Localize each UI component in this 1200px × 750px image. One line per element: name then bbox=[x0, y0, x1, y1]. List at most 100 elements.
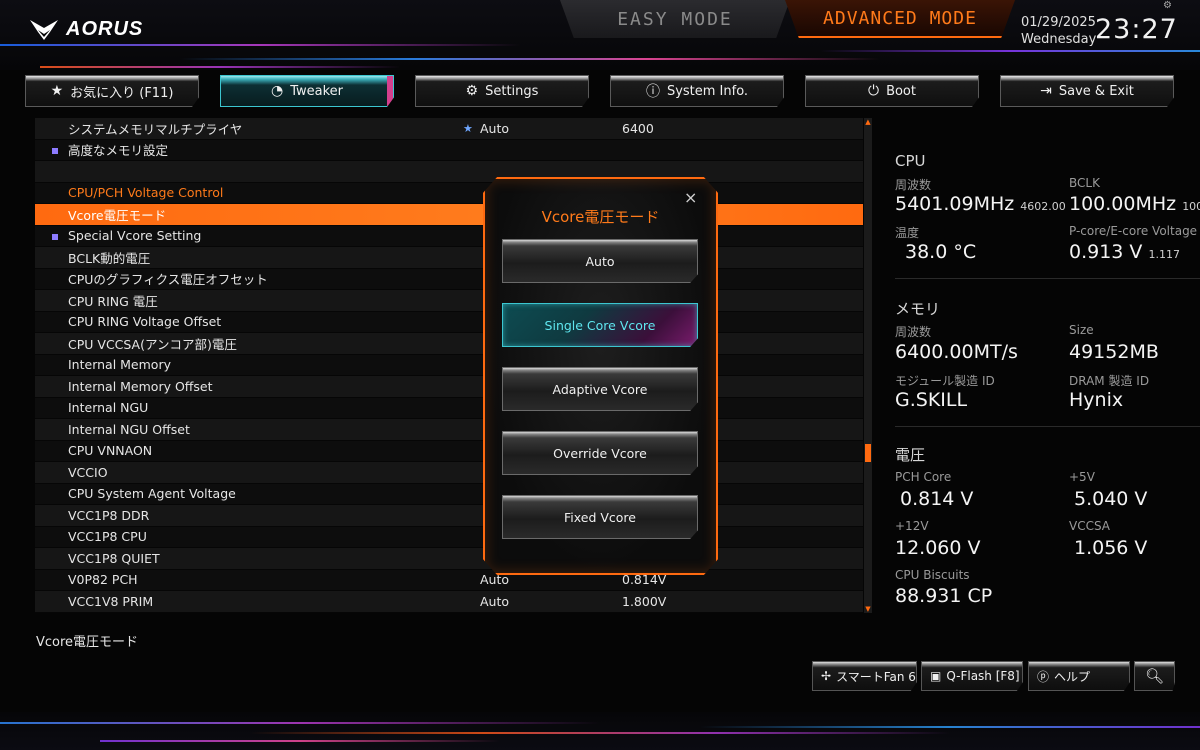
tab-label: Save & Exit bbox=[1058, 83, 1134, 99]
qflash-button[interactable]: ▣ Q-Flash [F8] bbox=[921, 661, 1023, 691]
exit-icon: ⇥ bbox=[1040, 83, 1052, 99]
bclk-value: 100.00MHz 100.0 bbox=[1069, 193, 1200, 215]
item-name: CPU VNNAON bbox=[68, 443, 153, 459]
cpu-temp-value: 38.0 °C bbox=[905, 241, 977, 263]
star-folder-icon: ★ bbox=[50, 83, 64, 99]
list-item[interactable]: CPU VNNAON bbox=[35, 440, 863, 462]
cpu-freq-main: 5401.09MHz bbox=[895, 193, 1015, 215]
list-item[interactable]: Internal Memory Offset bbox=[35, 376, 863, 398]
list-item[interactable]: システムメモリマルチプライヤ ★ Auto 6400 bbox=[35, 118, 863, 140]
pch-core-label: PCH Core bbox=[895, 470, 952, 484]
item-name: VCCIO bbox=[68, 464, 108, 480]
vcore-mode-dialog: × Vcore電圧モード Auto Single Core Vcore Adap… bbox=[483, 177, 718, 575]
date-display: 01/29/2025 Wednesday bbox=[1021, 14, 1096, 48]
scroll-up-icon[interactable]: ▲ bbox=[864, 118, 872, 126]
option-override-vcore[interactable]: Override Vcore bbox=[502, 431, 698, 475]
list-item[interactable]: Internal NGU bbox=[35, 397, 863, 419]
aorus-eagle-icon bbox=[30, 20, 58, 40]
top-header: AORUS EASY MODE ADVANCED MODE 01/29/2025… bbox=[0, 0, 1200, 70]
list-item[interactable]: CPU RING 電圧 bbox=[35, 290, 863, 312]
section-header: CPU/PCH Voltage Control bbox=[35, 182, 863, 204]
footer-streak bbox=[250, 732, 950, 734]
tab-favorites[interactable]: ★ お気に入り (F11) bbox=[25, 75, 199, 107]
item-name: Vcore電圧モード bbox=[68, 207, 167, 223]
vccsa-value: 1.056 V bbox=[1074, 537, 1148, 559]
submenu-square-icon bbox=[52, 233, 58, 240]
option-auto[interactable]: Auto bbox=[502, 239, 698, 283]
tab-label: Boot bbox=[886, 83, 916, 99]
item-current: 1.800V bbox=[622, 593, 667, 609]
divider bbox=[895, 278, 1200, 279]
advanced-mode-button[interactable]: ADVANCED MODE bbox=[785, 0, 1015, 38]
fan-icon: ✢ bbox=[821, 669, 832, 683]
date-text: 01/29/2025 bbox=[1021, 15, 1096, 30]
list-item[interactable]: VCC1P8 CPU bbox=[35, 526, 863, 548]
module-id-label: モジュール製造 ID bbox=[895, 374, 995, 388]
tab-tweaker[interactable]: ◔ Tweaker bbox=[220, 75, 394, 107]
option-fixed-vcore[interactable]: Fixed Vcore bbox=[502, 495, 698, 539]
item-name: VCC1P8 DDR bbox=[68, 507, 150, 523]
favorite-star-icon[interactable]: ★ bbox=[463, 122, 473, 135]
help-icon: ⓟ bbox=[1037, 669, 1050, 684]
cpu-freq-value: 5401.09MHz 4602.00 bbox=[895, 193, 1066, 215]
list-item-selected[interactable]: Vcore電圧モード bbox=[35, 204, 863, 226]
list-item[interactable]: Internal Memory bbox=[35, 354, 863, 376]
main-tabs: ★ お気に入り (F11) ◔ Tweaker ⚙ Settings ⓘ Sys… bbox=[25, 75, 1175, 107]
item-name: システムメモリマルチプライヤ bbox=[68, 121, 243, 137]
list-scrollbar[interactable]: ▲ ▼ bbox=[864, 118, 872, 613]
dialog-title: Vcore電圧モード bbox=[541, 208, 660, 226]
scrollbar-thumb[interactable] bbox=[865, 444, 871, 462]
list-item[interactable]: Internal NGU Offset bbox=[35, 419, 863, 441]
list-item[interactable]: CPUのグラフィクス電圧オフセット bbox=[35, 268, 863, 290]
item-name: CPUのグラフィクス電圧オフセット bbox=[68, 272, 268, 288]
v5-label: +5V bbox=[1069, 470, 1095, 484]
list-item[interactable]: VCC1V8 PRIM Auto 1.800V bbox=[35, 591, 863, 613]
weekday-text: Wednesday bbox=[1021, 32, 1097, 47]
tab-settings[interactable]: ⚙ Settings bbox=[415, 75, 589, 107]
list-item[interactable]: VCC1P8 QUIET bbox=[35, 548, 863, 570]
list-item[interactable]: BCLK動的電圧 bbox=[35, 247, 863, 269]
pe-voltage-sub: 1.117 bbox=[1148, 248, 1180, 261]
list-item[interactable]: V0P82 PCH Auto 0.814V bbox=[35, 569, 863, 591]
option-single-core-vcore[interactable]: Single Core Vcore bbox=[502, 303, 698, 347]
item-name: BCLK動的電圧 bbox=[68, 250, 151, 266]
cpu-freq-sub: 4602.00 bbox=[1020, 200, 1066, 213]
smart-fan-button[interactable]: ✢ スマートFan 6 [F bbox=[812, 661, 917, 691]
list-item[interactable]: VCC1P8 DDR bbox=[35, 505, 863, 527]
help-label: ヘルプ bbox=[1054, 669, 1091, 684]
item-description: Vcore電圧モード bbox=[36, 635, 139, 650]
tab-boot[interactable]: ⏻ Boot bbox=[805, 75, 979, 107]
item-name: V0P82 PCH bbox=[68, 572, 138, 588]
smart-fan-label: スマートFan 6 [F bbox=[836, 669, 916, 684]
gear-icon: ⚙ bbox=[465, 83, 479, 99]
mem-size-value: 49152MB bbox=[1069, 341, 1159, 363]
item-name: Internal NGU bbox=[68, 400, 149, 416]
close-icon[interactable]: × bbox=[684, 188, 697, 207]
list-item[interactable]: CPU RING Voltage Offset bbox=[35, 311, 863, 333]
tab-system-info[interactable]: ⓘ System Info. bbox=[610, 75, 784, 107]
footer-streak bbox=[100, 740, 500, 742]
pe-voltage-label: P-core/E-core Voltage bbox=[1069, 224, 1198, 238]
pe-voltage-main: 0.913 V bbox=[1069, 241, 1143, 263]
option-adaptive-vcore[interactable]: Adaptive Vcore bbox=[502, 367, 698, 411]
item-name: Internal NGU Offset bbox=[68, 421, 190, 437]
item-name: CPU RING Voltage Offset bbox=[68, 314, 222, 330]
item-value: Auto bbox=[480, 593, 510, 609]
list-item[interactable]: CPU VCCSA(アンコア部)電圧 bbox=[35, 333, 863, 355]
item-name: CPU RING 電圧 bbox=[68, 293, 158, 309]
v5-value: 5.040 V bbox=[1074, 488, 1148, 510]
search-button[interactable]: 🔍︎ bbox=[1134, 661, 1175, 691]
list-item[interactable]: 高度なメモリ設定 bbox=[35, 139, 863, 161]
easy-mode-button[interactable]: EASY MODE bbox=[560, 0, 790, 38]
list-item[interactable]: VCCIO bbox=[35, 462, 863, 484]
memory-header: メモリ bbox=[895, 300, 941, 318]
tab-save-exit[interactable]: ⇥ Save & Exit bbox=[1000, 75, 1174, 107]
settings-gear-icon[interactable]: ⚙ bbox=[1163, 0, 1172, 11]
list-item[interactable]: CPU System Agent Voltage bbox=[35, 483, 863, 505]
header-streak bbox=[40, 66, 400, 68]
scroll-down-icon[interactable]: ▼ bbox=[864, 605, 872, 613]
header-streak bbox=[0, 44, 520, 46]
list-item[interactable]: Special Vcore Setting bbox=[35, 225, 863, 247]
help-button[interactable]: ⓟ ヘルプ bbox=[1028, 661, 1130, 691]
cpu-freq-label: 周波数 bbox=[895, 178, 932, 192]
